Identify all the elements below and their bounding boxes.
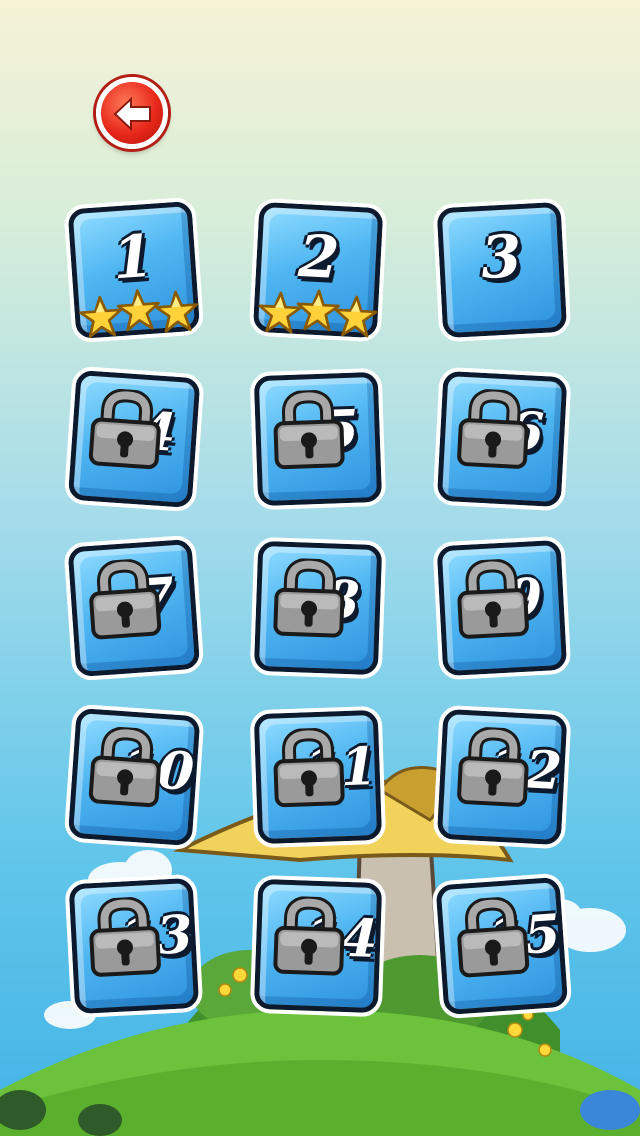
padlock-icon <box>270 389 347 472</box>
level-button-2[interactable]: 2 <box>248 197 388 343</box>
padlock-icon <box>86 725 165 810</box>
level-button-12[interactable]: 12 <box>432 704 572 850</box>
level-button-10[interactable]: 10 <box>63 703 205 851</box>
back-button[interactable] <box>96 77 168 149</box>
level-button-8[interactable]: 8 <box>249 536 387 680</box>
level-number: 2 <box>296 222 341 293</box>
level-select-screen: 123456789101112131415 <box>0 0 640 1136</box>
level-button-9[interactable]: 9 <box>432 535 572 681</box>
level-button-6[interactable]: 6 <box>432 366 572 512</box>
level-button-1[interactable]: 1 <box>63 196 205 344</box>
level-number: 1 <box>110 221 156 293</box>
level-button-7[interactable]: 7 <box>63 534 205 682</box>
padlock-icon <box>271 557 348 640</box>
arrow-left-icon <box>113 96 151 132</box>
level-button-5[interactable]: 5 <box>249 367 387 511</box>
padlock-icon <box>455 388 533 472</box>
star-rating <box>77 284 206 343</box>
star-rating <box>257 286 385 343</box>
star-icon <box>153 289 200 336</box>
level-button-13[interactable]: 13 <box>64 873 204 1019</box>
level-button-3[interactable]: 3 <box>432 197 572 343</box>
padlock-icon <box>270 727 347 810</box>
level-number: 3 <box>479 222 524 293</box>
padlock-icon <box>85 557 164 642</box>
padlock-icon <box>453 558 531 642</box>
padlock-icon <box>85 896 163 980</box>
level-button-14[interactable]: 14 <box>249 874 387 1018</box>
padlock-icon <box>453 895 532 980</box>
padlock-icon <box>455 726 533 810</box>
level-button-15[interactable]: 15 <box>431 872 573 1020</box>
level-button-4[interactable]: 4 <box>63 365 205 513</box>
padlock-icon <box>271 895 348 978</box>
star-icon <box>333 294 379 340</box>
padlock-icon <box>86 387 165 472</box>
level-button-11[interactable]: 11 <box>249 705 387 849</box>
